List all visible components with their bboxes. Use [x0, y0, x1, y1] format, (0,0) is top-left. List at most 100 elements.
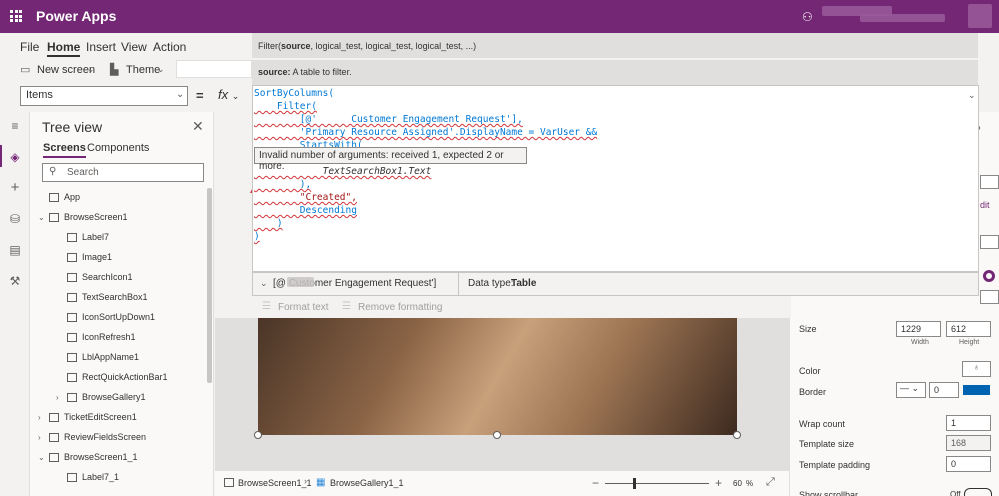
redacted-prefix	[287, 277, 314, 287]
resize-handle[interactable]	[733, 431, 741, 439]
toggle-icon[interactable]	[983, 270, 995, 282]
code-line: Descending	[254, 205, 357, 216]
size-label: Size	[799, 324, 817, 334]
tree-item[interactable]: Label7	[34, 227, 204, 247]
menu-file[interactable]: File	[20, 40, 39, 54]
value-box-partial[interactable]	[980, 290, 999, 304]
tree-item[interactable]: ⌄ BrowseScreen1_1	[34, 447, 204, 467]
tree-item[interactable]: RectQuickActionBar1	[34, 367, 204, 387]
tree-item[interactable]: › TicketEditScreen1	[34, 407, 204, 427]
chevron-right-icon[interactable]: ›	[38, 428, 46, 448]
app-launcher-icon[interactable]	[10, 10, 22, 22]
fill-color-icon[interactable]: ♁	[962, 361, 991, 377]
border-width-input[interactable]: 0	[929, 382, 959, 398]
tab-screens[interactable]: Screens	[43, 142, 86, 158]
advanced-tools-icon[interactable]: ⚒	[8, 275, 22, 287]
template-padding-input[interactable]: 0	[946, 456, 991, 472]
chevron-down-icon[interactable]: ⌄	[38, 448, 46, 468]
fit-to-window-icon[interactable]: ⤢	[766, 476, 775, 489]
remove-formatting-button[interactable]: Remove formatting	[358, 302, 442, 313]
property-dropdown[interactable]: Items	[20, 86, 188, 106]
tree-item[interactable]: Image1	[34, 247, 204, 267]
close-icon[interactable]: ✕	[192, 118, 204, 135]
menu-view[interactable]: View	[121, 40, 147, 54]
border-color-swatch[interactable]	[963, 385, 990, 395]
width-input[interactable]: 1229	[896, 321, 941, 337]
format-text-button[interactable]: Format text	[278, 302, 329, 313]
tree-item[interactable]: ⌄ BrowseScreen1	[34, 207, 204, 227]
collapse-editor-icon[interactable]: ⌄	[968, 90, 976, 101]
chevron-down-icon: ⌄	[87, 64, 95, 74]
code-line: ),	[254, 179, 312, 190]
control-icon	[49, 433, 59, 443]
tree-item[interactable]: LblAppName1	[34, 347, 204, 367]
template-padding-label: Template padding	[799, 460, 871, 470]
chevron-down-icon[interactable]: ⌄	[38, 208, 46, 228]
chevron-right-icon[interactable]: ›	[38, 408, 46, 428]
tree-item[interactable]: TextSearchBox1	[34, 287, 204, 307]
equals-sign: =	[196, 88, 204, 103]
tree-scrollbar[interactable]	[207, 188, 212, 383]
code-line: SortByColumns(	[254, 88, 335, 99]
code-line: Filter(	[254, 101, 317, 112]
control-icon	[67, 273, 77, 283]
fx-button[interactable]: fx ⌄	[218, 87, 239, 102]
avatar[interactable]	[968, 4, 992, 28]
tree-item[interactable]: › BrowseGallery1	[34, 387, 204, 407]
menu-home[interactable]: Home	[47, 40, 81, 57]
tree-item[interactable]: SearchIcon1	[34, 267, 204, 287]
menu-action[interactable]: Action	[153, 40, 186, 54]
breadcrumb-gallery[interactable]: BrowseGallery1_1	[330, 478, 404, 488]
tab-components[interactable]: Components	[87, 142, 149, 154]
control-icon	[67, 473, 77, 483]
remove-formatting-icon: ☰	[342, 301, 351, 312]
tree-search-input[interactable]: Search	[42, 163, 204, 182]
resize-handle[interactable]	[254, 431, 262, 439]
hamburger-icon[interactable]: ≡	[8, 120, 22, 132]
height-input[interactable]: 612	[946, 321, 991, 337]
tree-item-label: TicketEditScreen1	[64, 412, 137, 422]
active-indicator	[0, 145, 2, 167]
control-icon	[67, 373, 77, 383]
tree-item[interactable]: Label7_1	[34, 467, 204, 487]
insert-icon[interactable]: +	[8, 180, 22, 195]
data-icon[interactable]: ⛁	[8, 213, 22, 225]
theme-button[interactable]: Theme	[126, 64, 160, 76]
chevron-right-icon[interactable]: ›	[56, 388, 64, 408]
zoom-slider-thumb[interactable]	[633, 478, 636, 489]
code-line: [@' Customer Engagement Request'],	[254, 114, 523, 125]
breadcrumb-screen[interactable]: BrowseScreen1_1	[238, 478, 312, 488]
border-style-dropdown[interactable]: — ⌄	[896, 382, 926, 398]
tree-item-label: BrowseScreen1	[64, 212, 128, 222]
layout-dropdown-partial[interactable]	[980, 235, 999, 249]
tree-view-icon[interactable]: ◈	[8, 151, 22, 163]
gallery-image-preview[interactable]	[258, 318, 737, 435]
tree-item[interactable]: › ReviewFieldsScreen	[34, 427, 204, 447]
template-size-input[interactable]: 168	[946, 435, 991, 451]
left-rail	[0, 112, 30, 496]
zoom-out-icon[interactable]: −	[592, 476, 599, 490]
property-dropdown-partial[interactable]	[980, 175, 999, 189]
zoom-slider-track[interactable]	[605, 483, 709, 484]
resize-handle[interactable]	[493, 431, 501, 439]
show-scrollbar-toggle[interactable]	[964, 488, 992, 496]
tree-item[interactable]: App	[34, 187, 204, 207]
formula-code[interactable]: SortByColumns( Filter( [@' Customer Enga…	[254, 87, 954, 267]
menu-insert[interactable]: Insert	[86, 40, 116, 54]
format-toolbar	[252, 296, 791, 318]
toolbar-font-box[interactable]	[176, 60, 252, 78]
fx-label: fx	[218, 87, 229, 102]
border-label: Border	[799, 387, 827, 397]
wrap-count-input[interactable]: 1	[946, 415, 991, 431]
chevron-down-icon[interactable]: ⌄	[260, 278, 268, 289]
width-value: 1229	[901, 324, 922, 334]
template-size-label: Template size	[799, 439, 855, 449]
tree-item[interactable]: IconSortUpDown1	[34, 307, 204, 327]
account-icon[interactable]: ⚇	[802, 10, 813, 24]
tree-item[interactable]: IconRefresh1	[34, 327, 204, 347]
edit-link-partial[interactable]: dit	[980, 200, 990, 210]
function-signature-hint: Filter(source, logical_test, logical_tes…	[252, 33, 978, 58]
media-icon[interactable]: ▤	[8, 244, 22, 256]
zoom-in-icon[interactable]: +	[715, 476, 722, 490]
control-icon	[67, 253, 77, 263]
